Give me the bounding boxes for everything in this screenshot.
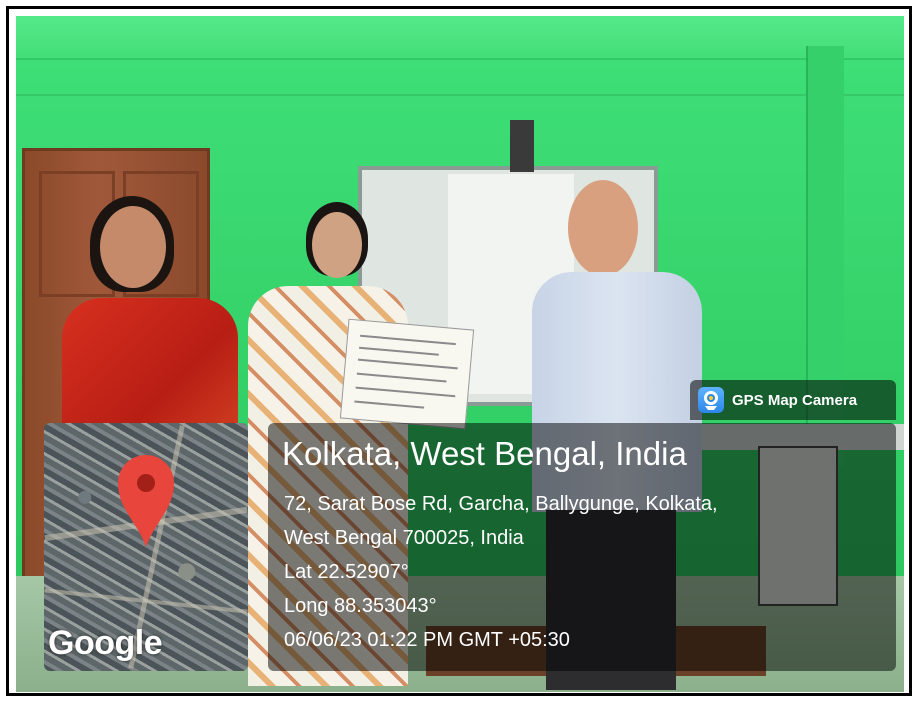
certificate (339, 318, 475, 430)
latitude: Lat 22.52907° (284, 561, 409, 583)
location-title: Kolkata, West Bengal, India (282, 435, 687, 472)
gps-map-camera-badge: GPS Map Camera (690, 380, 896, 420)
gps-badge-label: GPS Map Camera (732, 392, 858, 409)
ceiling (16, 16, 904, 60)
google-attribution: Google (48, 624, 163, 662)
face (312, 212, 362, 278)
face (100, 206, 166, 288)
event-photo: GPS Map Camera Google Kolkata, West Beng… (16, 16, 904, 692)
certificate-text-line (357, 358, 458, 370)
longitude: Long 88.353043° (284, 595, 437, 617)
projector-mount (510, 120, 534, 172)
location-pin-icon (118, 455, 174, 547)
certificate-text-line (355, 386, 456, 398)
gps-camera-app-icon (698, 387, 724, 413)
certificate-text-line (359, 346, 439, 356)
address-line-1: 72, Sarat Bose Rd, Garcha, Ballygunge, K… (284, 493, 718, 515)
wall-ledge (16, 94, 904, 96)
timestamp: 06/06/23 01:22 PM GMT +05:30 (284, 629, 570, 651)
location-info-panel: Kolkata, West Bengal, India 72, Sarat Bo… (268, 423, 896, 671)
face (568, 180, 638, 276)
address-line-2: West Bengal 700025, India (284, 527, 524, 549)
certificate-text-line (354, 400, 425, 409)
map-thumbnail: Google (44, 423, 248, 671)
certificate-text-line (360, 334, 456, 346)
certificate-text-line (356, 372, 447, 383)
